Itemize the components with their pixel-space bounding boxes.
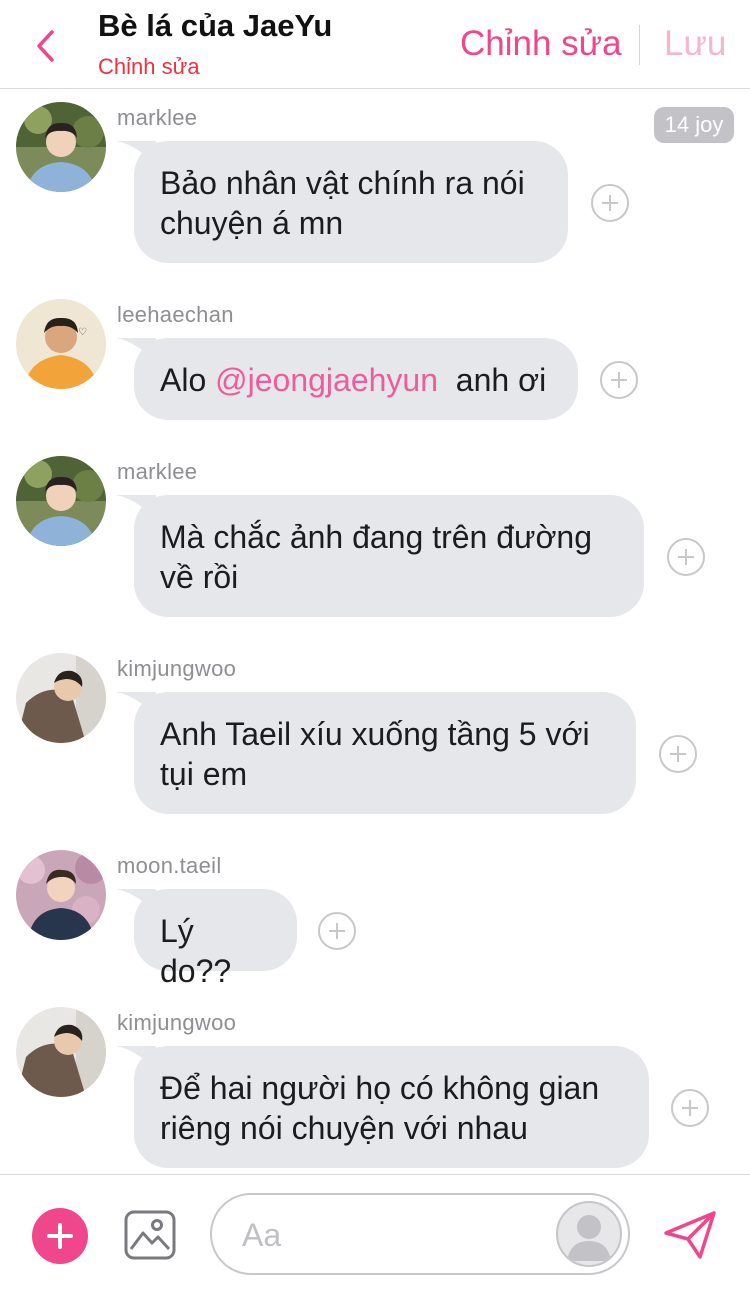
composer-bar (0, 1174, 750, 1295)
reaction-button[interactable] (318, 912, 356, 950)
avatar-moontaeil[interactable] (16, 850, 106, 940)
svg-text:♡: ♡ (78, 327, 87, 338)
message-bubble[interactable]: Alo @jeongjaehyun anh ơi (116, 338, 578, 420)
bubble-tail (116, 1046, 156, 1072)
mention-link[interactable]: @jeongjaehyun (215, 362, 438, 398)
message-line: chuyện á mn (160, 205, 344, 241)
message-line: Anh Taeil xíu xuống tầng 5 với (160, 716, 590, 752)
character-select-button[interactable] (556, 1201, 622, 1267)
person-icon (567, 1215, 611, 1261)
plus-icon (47, 1223, 73, 1249)
message-line: Lý do?? (160, 913, 232, 989)
image-button[interactable] (123, 1209, 177, 1261)
image-icon (124, 1210, 176, 1260)
message-line: tụi em (160, 756, 248, 792)
message-line: Để hai người họ có không gian (160, 1070, 600, 1106)
message-input[interactable] (240, 1213, 544, 1257)
message-line: Bảo nhân vật chính ra nói (160, 165, 525, 201)
plus-circle-icon (682, 1100, 698, 1116)
username: marklee (117, 105, 198, 130)
avatar-marklee[interactable] (16, 456, 106, 546)
message-text: Alo (160, 362, 216, 398)
send-icon (664, 1211, 716, 1259)
message-line: riêng nói chuyện với nhau (160, 1110, 528, 1146)
send-button[interactable] (660, 1205, 720, 1265)
message-line: Mà chắc ảnh đang trên đường (160, 519, 593, 555)
plus-circle-icon (329, 923, 345, 939)
save-button[interactable]: Lưu (664, 24, 726, 64)
username: moon.taeil (117, 853, 222, 878)
plus-circle-icon (611, 372, 627, 388)
chevron-left-icon (37, 30, 54, 62)
bubble-tail (116, 692, 156, 718)
bubble-tail (116, 495, 156, 521)
message-bubble[interactable]: Anh Taeil xíu xuống tầng 5 với tụi em (116, 692, 636, 814)
avatar-marklee[interactable] (16, 102, 106, 192)
top-bar: Bè lá của JaeYu Chỉnh sửa Chỉnh sửa Lưu (0, 0, 750, 89)
message-list[interactable]: marklee 14 joy Bảo nhân vật chính ra nói… (0, 89, 750, 1174)
message-text: anh ơi (438, 362, 547, 398)
edit-button[interactable]: Chỉnh sửa (460, 24, 622, 64)
message-bubble[interactable]: Lý do?? (116, 889, 297, 989)
username: leehaechan (117, 302, 234, 327)
avatar-kimjungwoo[interactable] (16, 653, 106, 743)
plus-circle-icon (602, 195, 618, 211)
username: marklee (117, 459, 198, 484)
reaction-button[interactable] (591, 184, 629, 222)
reaction-button[interactable] (659, 735, 697, 773)
message-input-container (210, 1193, 630, 1275)
add-button[interactable] (32, 1208, 88, 1264)
plus-circle-icon (670, 746, 686, 762)
reaction-button[interactable] (600, 361, 638, 399)
plus-circle-icon (678, 549, 694, 565)
avatar-leehaechan[interactable]: ♡ (16, 299, 106, 389)
back-button[interactable] (28, 26, 62, 66)
bubble-tail (116, 889, 156, 915)
reaction-button[interactable] (671, 1089, 709, 1127)
username: kimjungwoo (117, 656, 237, 681)
message-bubble[interactable]: Bảo nhân vật chính ra nói chuyện á mn (116, 141, 568, 263)
header-divider (639, 25, 640, 65)
joy-badge: 14 joy (654, 107, 734, 143)
bubble-tail (116, 141, 156, 167)
chat-subtitle: Chỉnh sửa (98, 54, 200, 79)
reaction-button[interactable] (667, 538, 705, 576)
avatar-kimjungwoo[interactable] (16, 1007, 106, 1097)
username: kimjungwoo (117, 1010, 237, 1035)
message-bubble[interactable]: Để hai người họ có không gian riêng nói … (116, 1046, 649, 1168)
bubble-tail (116, 338, 156, 364)
message-bubble[interactable]: Mà chắc ảnh đang trên đường về rồi (116, 495, 644, 617)
message-line: về rồi (160, 559, 239, 595)
chat-title: Bè lá của JaeYu (98, 8, 333, 43)
